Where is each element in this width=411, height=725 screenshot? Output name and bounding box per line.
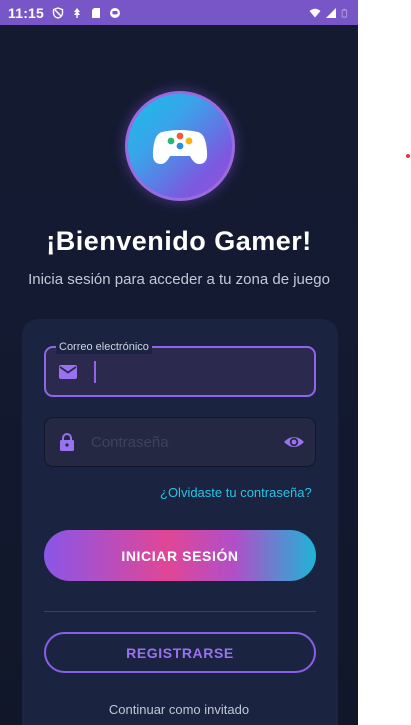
pointer-dot: [406, 154, 410, 158]
sd-card-icon: [92, 7, 101, 18]
gamepad-icon: [152, 130, 208, 164]
email-field-label: Correo electrónico: [56, 340, 152, 354]
app-notification-icon: [110, 7, 121, 18]
signal-icon: [326, 7, 336, 18]
divider: [44, 611, 316, 612]
page-title: ¡Bienvenido Gamer!: [46, 226, 312, 256]
status-bar: 11:15: [0, 0, 358, 25]
background-margin: [358, 0, 411, 725]
wifi-icon: [309, 8, 321, 17]
password-placeholder: Contraseña: [91, 433, 169, 451]
text-cursor: [94, 360, 96, 383]
register-button[interactable]: REGISTRARSE: [44, 632, 316, 673]
data-saver-icon: [74, 7, 81, 18]
battery-icon: [341, 8, 348, 18]
lock-icon: [60, 433, 74, 451]
status-time: 11:15: [8, 4, 45, 21]
forgot-password-link[interactable]: ¿Olvidaste tu contraseña?: [160, 485, 312, 500]
status-right-icons: [309, 7, 350, 19]
mail-icon: [59, 364, 77, 379]
guest-link[interactable]: Continuar como invitado: [0, 702, 358, 717]
app-logo: [125, 91, 235, 201]
shield-icon: [52, 6, 64, 19]
password-field[interactable]: Contraseña: [44, 417, 316, 467]
status-left-icons: [52, 6, 121, 19]
page-subtitle: Inicia sesión para acceder a tu zona de …: [28, 271, 330, 288]
app-screen: 11:15 ¡Bienvenido Gamer! Inicia sesión p…: [0, 0, 358, 725]
eye-icon[interactable]: [283, 431, 305, 453]
login-button[interactable]: INICIAR SESIÓN: [44, 530, 316, 581]
